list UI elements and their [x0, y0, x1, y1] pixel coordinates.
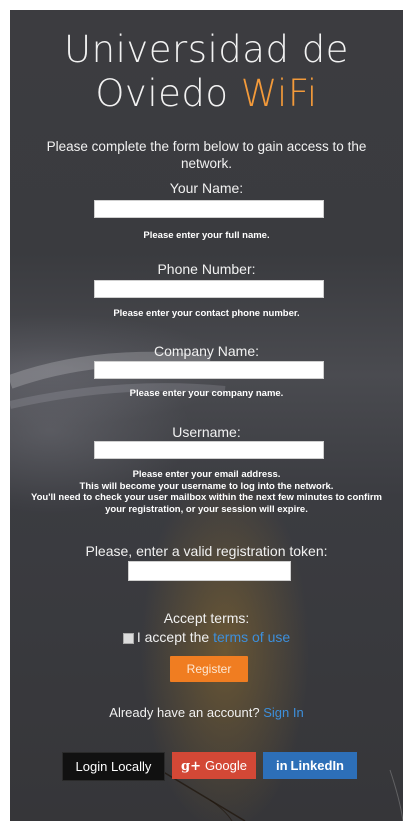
intro-text: Please complete the form below to gain a…: [46, 139, 367, 171]
login-panel: Universidad de Oviedo WiFi Please comple…: [10, 10, 403, 821]
terms-row: I accept the terms of use: [10, 629, 403, 645]
username-hint-line: Please enter your email address.: [132, 469, 281, 480]
linkedin-login-button[interactable]: in LinkedIn: [263, 752, 357, 779]
phone-hint: Please enter your contact phone number.: [113, 308, 300, 319]
phone-input[interactable]: [94, 280, 324, 298]
username-hint: Please enter your email address. This wi…: [10, 469, 403, 515]
company-label: Company Name:: [153, 343, 260, 359]
company-input[interactable]: [94, 361, 324, 379]
terms-title: Accept terms:: [163, 610, 250, 626]
username-hint-line: your registration, or your session will …: [105, 503, 308, 515]
username-hint-line: You'll need to check your user mailbox w…: [31, 492, 382, 503]
token-input[interactable]: [128, 561, 291, 581]
name-hint: Please enter your full name.: [143, 230, 270, 241]
title-oviedo: Oviedo: [95, 72, 229, 115]
google-plus-icon: g+: [181, 759, 202, 774]
name-input[interactable]: [94, 200, 324, 218]
google-login-button[interactable]: g+ Google: [172, 752, 256, 779]
background-sketch: [10, 351, 403, 821]
account-row: Already have an account? Sign In: [10, 705, 403, 720]
linkedin-label: LinkedIn: [290, 758, 344, 773]
token-label: Please, enter a valid registration token…: [85, 543, 328, 559]
username-label: Username:: [172, 424, 241, 440]
account-question: Already have an account?: [109, 705, 260, 720]
terms-checkbox[interactable]: [122, 632, 134, 644]
phone-label: Phone Number:: [157, 261, 256, 277]
sign-in-link[interactable]: Sign In: [263, 705, 303, 720]
linkedin-icon: in: [275, 758, 288, 773]
username-input[interactable]: [94, 441, 324, 459]
title-wifi: WiFi: [240, 72, 318, 115]
google-label: Google: [205, 758, 247, 773]
title-line-1: Universidad de: [64, 28, 349, 71]
terms-of-use-link[interactable]: terms of use: [213, 629, 290, 645]
register-button[interactable]: Register: [170, 656, 248, 682]
title-line-2: Oviedo WiFi: [10, 72, 403, 116]
name-label: Your Name:: [169, 180, 244, 196]
login-locally-button[interactable]: Login Locally: [62, 752, 165, 781]
terms-checkbox-label: I accept the: [136, 629, 210, 645]
username-hint-line: This will become your username to log in…: [79, 480, 334, 492]
company-hint: Please enter your company name.: [129, 388, 284, 399]
page-title: Universidad de Oviedo WiFi: [10, 28, 403, 116]
